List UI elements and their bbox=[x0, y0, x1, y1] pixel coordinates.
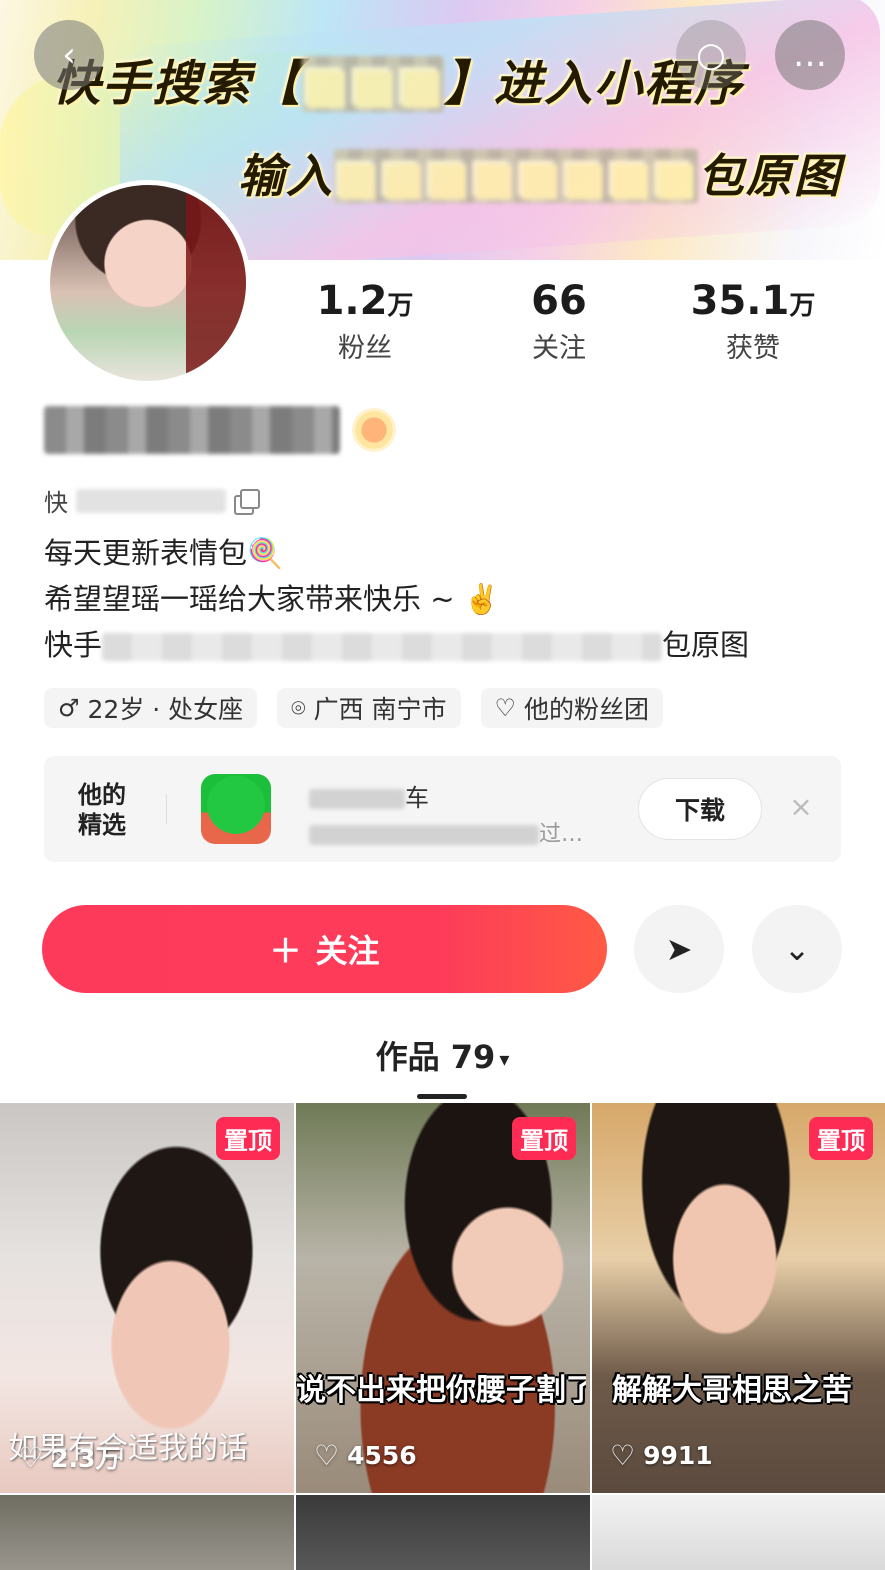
heart-icon: ♡ bbox=[314, 1439, 340, 1472]
app-description-text: 过… bbox=[539, 822, 584, 847]
blurred-name: ■■■■■■ bbox=[44, 405, 340, 454]
verified-badge-icon[interactable] bbox=[352, 407, 396, 452]
search-button[interactable]: ○ bbox=[676, 20, 746, 90]
banner-text: 输入 bbox=[238, 149, 334, 203]
video-thumbnail[interactable]: 置顶 说不出来把你腰子割了 ♡ 4556 bbox=[296, 1103, 590, 1493]
divider bbox=[166, 794, 167, 824]
stat-value: 35.1万 bbox=[673, 278, 833, 324]
location-icon: ⌾ bbox=[291, 694, 306, 722]
stat-unit: 万 bbox=[789, 291, 816, 321]
caret-down-icon: ▾ bbox=[499, 1047, 510, 1071]
stat-label: 获赞 bbox=[726, 333, 780, 364]
banner-text-line2: 输入■■■■■■■■包原图 bbox=[238, 140, 842, 206]
stat-number: 1.2 bbox=[316, 278, 388, 324]
chevron-down-icon: ⌄ bbox=[783, 930, 811, 968]
bio-text: 快手 bbox=[44, 628, 103, 662]
stat-followers[interactable]: 1.2万 粉丝 bbox=[285, 278, 445, 365]
profile-name: ■■■■■■ bbox=[44, 405, 396, 454]
video-likes: ♡ 2.3万 bbox=[18, 1439, 120, 1475]
tab-underline bbox=[417, 1094, 467, 1099]
video-thumbnail[interactable] bbox=[0, 1495, 294, 1570]
video-likes: ♡ 9911 bbox=[610, 1439, 713, 1472]
tab-works[interactable]: 作品 79 ▾ bbox=[0, 1032, 885, 1078]
featured-selection-card[interactable]: 他的 精选 车 过… 下载 × bbox=[44, 756, 841, 862]
stat-unit: 万 bbox=[387, 291, 414, 321]
more-icon: … bbox=[793, 35, 827, 75]
pinned-badge: 置顶 bbox=[216, 1117, 280, 1160]
follow-button[interactable]: ＋ 关注 bbox=[42, 905, 607, 993]
back-icon: ‹ bbox=[62, 35, 76, 75]
video-caption: 解解大哥相思之苦 bbox=[612, 1373, 852, 1408]
blurred-text bbox=[102, 633, 663, 661]
avatar[interactable] bbox=[45, 180, 251, 386]
stat-label: 粉丝 bbox=[338, 333, 392, 364]
app-icon[interactable] bbox=[201, 774, 271, 844]
tag-text: 22岁 · 处女座 bbox=[87, 695, 244, 724]
stat-number: 35.1 bbox=[690, 278, 790, 324]
app-name-text: 车 bbox=[405, 784, 429, 812]
follow-label: 关注 bbox=[315, 932, 380, 970]
tag-age: ♂ 22岁 · 处女座 bbox=[44, 688, 258, 728]
heart-icon: ♡ bbox=[18, 1440, 44, 1474]
bio-line: 每天更新表情包🍭 bbox=[44, 536, 284, 570]
video-likes: ♡ 4556 bbox=[314, 1439, 417, 1472]
back-button[interactable]: ‹ bbox=[34, 20, 104, 90]
close-icon[interactable]: × bbox=[786, 792, 816, 822]
pinned-badge: 置顶 bbox=[512, 1117, 576, 1160]
profile-tags: ♂ 22岁 · 处女座 ⌾ 广西 南宁市 ♡ 他的粉丝团 bbox=[44, 688, 664, 728]
tag-fan-group[interactable]: ♡ 他的粉丝团 bbox=[480, 688, 664, 728]
likes-count: 2.3万 bbox=[51, 1444, 121, 1473]
search-icon: ○ bbox=[696, 35, 726, 75]
stat-likes[interactable]: 35.1万 获赞 bbox=[673, 278, 833, 365]
male-icon: ♂ bbox=[58, 694, 80, 722]
blurred-id bbox=[76, 488, 226, 513]
tab-works-label: 作品 79 bbox=[375, 1038, 496, 1076]
blurred-text bbox=[309, 825, 539, 845]
stat-label: 关注 bbox=[532, 333, 586, 364]
tag-location: ⌾ 广西 南宁市 bbox=[277, 688, 461, 728]
bio: 每天更新表情包🍭 希望望瑶一瑶给大家带来快乐 ~ ✌️ 快手 包原图 bbox=[44, 530, 749, 668]
banner-text-line1: 快手搜索【■■■】进入小程序 bbox=[52, 44, 744, 114]
bio-line: 快手 包原图 bbox=[44, 622, 749, 668]
expand-button[interactable]: ⌄ bbox=[752, 905, 842, 993]
blurred-text bbox=[309, 789, 405, 809]
selection-title-line: 他的 bbox=[78, 781, 126, 809]
bio-line: 希望望瑶一瑶给大家带来快乐 ~ ✌️ bbox=[44, 582, 500, 616]
more-button[interactable]: … bbox=[775, 20, 845, 90]
stat-value: 66 bbox=[479, 278, 639, 324]
video-caption: 说不出来把你腰子割了 bbox=[296, 1373, 586, 1408]
video-thumbnail[interactable] bbox=[296, 1495, 590, 1570]
banner-text: 包原图 bbox=[697, 149, 842, 203]
stat-number: 66 bbox=[531, 278, 587, 324]
app-description: 过… bbox=[309, 816, 583, 848]
selection-title: 他的 精选 bbox=[78, 780, 126, 840]
download-button[interactable]: 下载 bbox=[638, 778, 762, 840]
send-message-button[interactable]: ➤ bbox=[634, 905, 724, 993]
app-name: 车 bbox=[309, 778, 429, 813]
video-grid: 置顶 如果有合适我的话 ♡ 2.3万 置顶 说不出来把你腰子割了 ♡ 4556 置顶… bbox=[0, 1103, 885, 1570]
plus-icon: ＋ bbox=[269, 932, 302, 970]
video-thumbnail[interactable]: 置顶 解解大哥相思之苦 ♡ 9911 bbox=[592, 1103, 885, 1493]
pinned-badge: 置顶 bbox=[809, 1117, 873, 1160]
bio-text: 包原图 bbox=[662, 628, 750, 662]
stat-value: 1.2万 bbox=[285, 278, 445, 324]
kuaishou-id: 快 bbox=[44, 483, 260, 518]
copy-icon[interactable] bbox=[234, 488, 260, 515]
tag-text: 他的粉丝团 bbox=[524, 695, 650, 724]
heart-icon: ♡ bbox=[494, 694, 517, 722]
video-thumbnail[interactable]: 置顶 如果有合适我的话 ♡ 2.3万 bbox=[0, 1103, 294, 1493]
blurred-text: ■■■■■■■■ bbox=[334, 149, 698, 203]
send-icon: ➤ bbox=[665, 930, 693, 968]
stat-following[interactable]: 66 关注 bbox=[479, 278, 639, 365]
heart-icon: ♡ bbox=[610, 1439, 636, 1472]
likes-count: 4556 bbox=[347, 1441, 417, 1470]
tag-text: 广西 南宁市 bbox=[313, 695, 447, 724]
kuaishou-id-prefix: 快 bbox=[44, 489, 68, 517]
video-thumbnail[interactable] bbox=[592, 1495, 885, 1570]
blurred-text: ■■■ bbox=[302, 56, 445, 112]
likes-count: 9911 bbox=[643, 1441, 713, 1470]
selection-title-line: 精选 bbox=[78, 811, 126, 839]
